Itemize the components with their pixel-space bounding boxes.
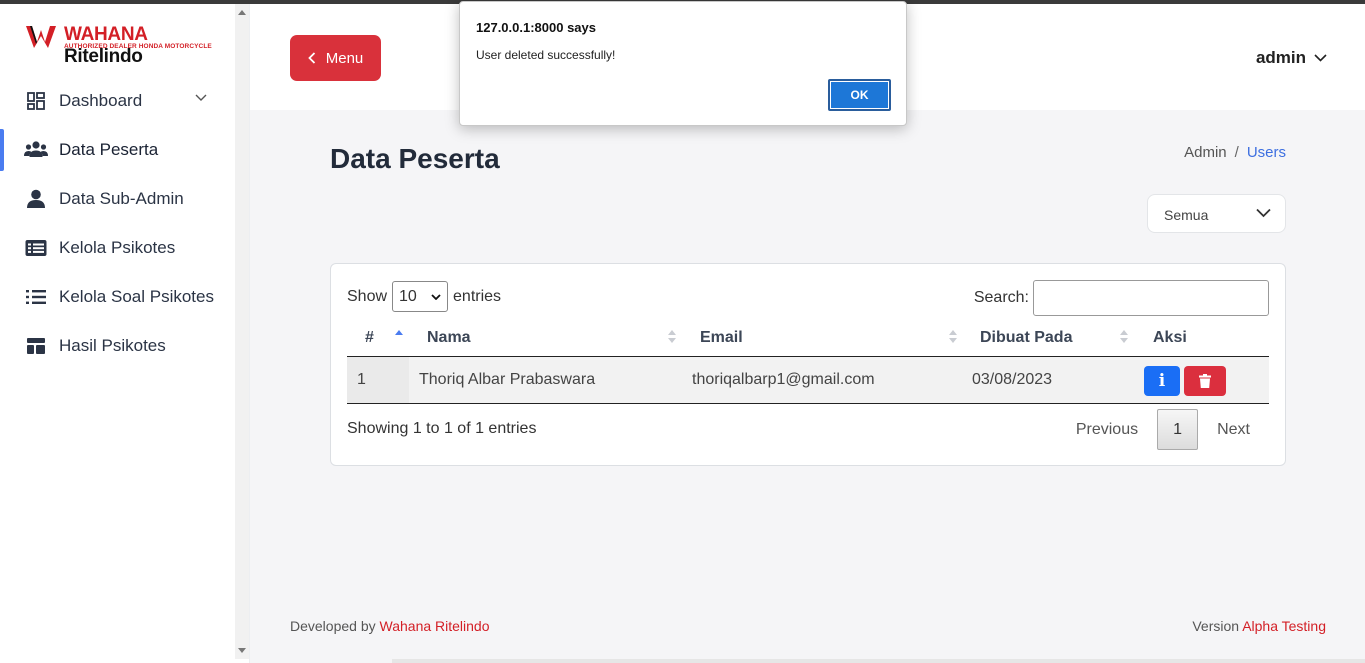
user-icon (24, 187, 48, 211)
footer-developer-link[interactable]: Wahana Ritelindo (380, 618, 490, 634)
entries-select[interactable]: 10 (392, 281, 449, 312)
column-header-nama[interactable]: Nama (427, 329, 471, 347)
breadcrumb: Admin / Users (1184, 144, 1286, 161)
dashboard-grid-icon (24, 89, 48, 113)
pagination: Previous 1 Next (1057, 409, 1269, 450)
detail-button[interactable]: i (1144, 366, 1180, 396)
alert-message: User deleted successfully! (476, 48, 616, 62)
alert-dialog: 127.0.0.1:8000 says User deleted success… (459, 1, 907, 126)
list-icon (24, 285, 48, 309)
entries-label: entries (453, 287, 502, 305)
table-info: Showing 1 to 1 of 1 entries (347, 420, 537, 437)
sidebar-item-label: Data Sub-Admin (59, 188, 184, 208)
sort-icon (1120, 330, 1128, 344)
delete-button[interactable] (1184, 366, 1226, 396)
scroll-up-arrow-icon[interactable] (238, 10, 246, 15)
page-title: Data Peserta (330, 143, 500, 174)
sidebar: WAHANA Ritelindo AUTHORIZED DEALER HONDA… (0, 4, 250, 663)
list-card-icon (24, 236, 48, 260)
entries-select-value: 10 (399, 287, 417, 305)
role-filter-value: Semua (1164, 207, 1209, 223)
users-icon (24, 138, 48, 162)
sidebar-item-kelola-psikotes[interactable]: Kelola Psikotes (0, 223, 235, 272)
pagination-next[interactable]: Next (1198, 421, 1269, 439)
breadcrumb-current[interactable]: Users (1247, 144, 1286, 161)
chevron-left-icon (307, 52, 315, 64)
wahana-logo-icon (26, 26, 56, 48)
breadcrumb-separator: / (1234, 144, 1239, 161)
info-icon: i (1158, 371, 1166, 391)
chevron-down-icon (431, 293, 441, 300)
brand-logo[interactable]: WAHANA Ritelindo AUTHORIZED DEALER HONDA… (26, 24, 226, 67)
entries-length-control: Show 10 entries (347, 281, 501, 312)
breadcrumb-root[interactable]: Admin (1184, 144, 1227, 161)
sidebar-nav: Dashboard Data Peserta Data Sub-Admin Ke… (0, 76, 235, 370)
cell-email: thoriqalbarp1@gmail.com (692, 371, 875, 388)
alert-ok-button[interactable]: OK (828, 79, 891, 111)
role-filter-select[interactable]: Semua (1147, 194, 1286, 233)
alert-title: 127.0.0.1:8000 says (476, 20, 596, 35)
show-label: Show (347, 287, 388, 305)
data-table-card: Show 10 entries Search: # Nama Email Dib… (330, 263, 1286, 466)
column-header-dibuat-pada[interactable]: Dibuat Pada (980, 329, 1072, 347)
column-header-email[interactable]: Email (700, 329, 743, 347)
sort-icon (668, 330, 676, 344)
chevron-down-icon (195, 94, 207, 101)
cell-nama: Thoriq Albar Prabaswara (419, 371, 596, 388)
table-header: # Nama Email Dibuat Pada Aksi (347, 320, 1269, 357)
sidebar-item-label: Kelola Soal Psikotes (59, 286, 214, 306)
chevron-down-icon (1314, 54, 1327, 62)
footer-credit: Developed by Wahana Ritelindo (290, 618, 490, 634)
search-label: Search: (973, 289, 1029, 306)
sidebar-item-kelola-soal-psikotes[interactable]: Kelola Soal Psikotes (0, 272, 235, 321)
user-menu[interactable]: admin (1256, 48, 1327, 68)
column-header-number[interactable]: # (365, 329, 374, 347)
pagination-page-current[interactable]: 1 (1157, 409, 1199, 450)
brand-tagline: AUTHORIZED DEALER HONDA MOTORCYCLE (64, 43, 212, 50)
sidebar-item-label: Dashboard (59, 90, 143, 110)
scroll-down-arrow-icon[interactable] (238, 648, 246, 653)
table-search: Search: (974, 280, 1269, 316)
layout-icon (24, 334, 48, 358)
users-table: # Nama Email Dibuat Pada Aksi 1 Thoriq A… (347, 320, 1269, 404)
sidebar-item-hasil-psikotes[interactable]: Hasil Psikotes (0, 321, 235, 370)
cell-dibuat-pada: 03/08/2023 (972, 371, 1053, 388)
search-input[interactable] (1033, 280, 1269, 316)
user-name: admin (1255, 48, 1306, 67)
sort-icon (949, 330, 957, 344)
cell-number: 1 (357, 371, 366, 388)
sort-ascending-icon (395, 330, 403, 344)
sidebar-scrollbar[interactable] (235, 4, 249, 659)
sidebar-item-data-sub-admin[interactable]: Data Sub-Admin (0, 174, 235, 223)
table-row: 1 Thoriq Albar Prabaswara thoriqalbarp1@… (347, 357, 1269, 404)
menu-button-label: Menu (325, 49, 364, 67)
sidebar-item-label: Hasil Psikotes (59, 335, 166, 355)
pagination-previous[interactable]: Previous (1057, 421, 1157, 439)
chevron-down-icon (1256, 208, 1271, 218)
column-header-aksi: Aksi (1153, 329, 1187, 346)
menu-button[interactable]: Menu (290, 35, 381, 81)
sidebar-item-dashboard[interactable]: Dashboard (0, 76, 235, 125)
bottom-edge (392, 659, 1365, 663)
footer-version: Version Alpha Testing (1192, 618, 1326, 634)
sidebar-item-label: Data Peserta (59, 139, 159, 159)
sidebar-item-label: Kelola Psikotes (59, 237, 176, 257)
trash-icon (1199, 374, 1211, 388)
footer-version-link[interactable]: Alpha Testing (1242, 618, 1326, 634)
sidebar-item-data-peserta[interactable]: Data Peserta (0, 125, 235, 174)
